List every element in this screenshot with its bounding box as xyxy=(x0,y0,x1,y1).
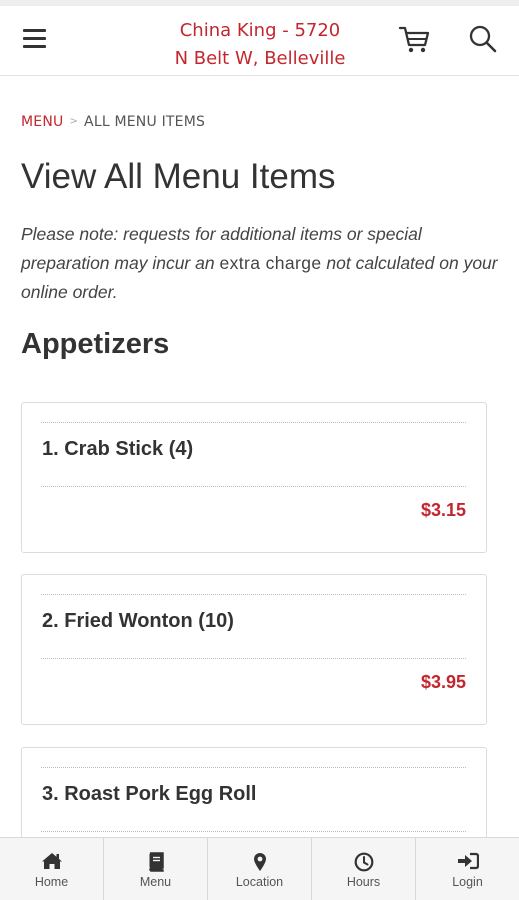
breadcrumb-menu-link[interactable]: MENU xyxy=(21,114,63,130)
hamburger-icon[interactable] xyxy=(22,26,48,52)
nav-hours[interactable]: Hours xyxy=(312,838,416,900)
store-title-line1: China King - 5720 xyxy=(179,20,341,41)
store-title[interactable]: China King - 5720 N Belt W, Belleville xyxy=(150,17,370,73)
home-icon xyxy=(41,853,62,869)
menu-item-card[interactable]: 1. Crab Stick (4) $3.15 xyxy=(21,402,487,553)
divider xyxy=(41,831,466,832)
divider xyxy=(41,486,466,487)
order-note: Please note: requests for additional ite… xyxy=(21,220,499,307)
chevron-right-icon: > xyxy=(69,116,79,127)
page-title: View All Menu Items xyxy=(21,157,336,196)
menu-item-name: 1. Crab Stick (4) xyxy=(42,438,194,460)
divider xyxy=(41,658,466,659)
header: China King - 5720 N Belt W, Belleville xyxy=(0,6,519,76)
map-pin-icon xyxy=(253,853,266,871)
menu-item-name: 2. Fried Wonton (10) xyxy=(42,610,234,632)
menu-item-price: $3.95 xyxy=(420,672,466,692)
nav-login-label: Login xyxy=(452,875,483,889)
breadcrumb-current: ALL MENU ITEMS xyxy=(84,114,206,130)
bottom-nav: Home Menu Location Hours Login xyxy=(0,837,519,900)
nav-location-label: Location xyxy=(235,875,284,889)
nav-menu-label: Menu xyxy=(139,875,172,889)
sign-in-icon xyxy=(457,852,479,870)
menu-item-card[interactable]: 2. Fried Wonton (10) $3.95 xyxy=(21,574,487,725)
nav-menu[interactable]: Menu xyxy=(104,838,208,900)
divider xyxy=(41,594,466,595)
breadcrumb: MENU > ALL MENU ITEMS xyxy=(21,114,205,130)
nav-hours-label: Hours xyxy=(346,875,381,889)
divider xyxy=(41,767,466,768)
nav-home-label: Home xyxy=(34,875,69,889)
book-icon xyxy=(148,852,164,872)
clock-icon xyxy=(354,852,373,872)
search-icon[interactable] xyxy=(468,24,498,54)
section-title: Appetizers xyxy=(21,328,170,360)
order-note-extra-charge: extra charge xyxy=(219,253,322,273)
menu-item-name: 3. Roast Pork Egg Roll xyxy=(42,783,257,805)
nav-login[interactable]: Login xyxy=(416,838,519,900)
store-title-line2: N Belt W, Belleville xyxy=(174,48,346,69)
nav-home[interactable]: Home xyxy=(0,838,104,900)
cart-icon[interactable] xyxy=(398,24,430,54)
menu-item-price: $3.15 xyxy=(420,500,466,520)
nav-location[interactable]: Location xyxy=(208,838,312,900)
divider xyxy=(41,422,466,423)
